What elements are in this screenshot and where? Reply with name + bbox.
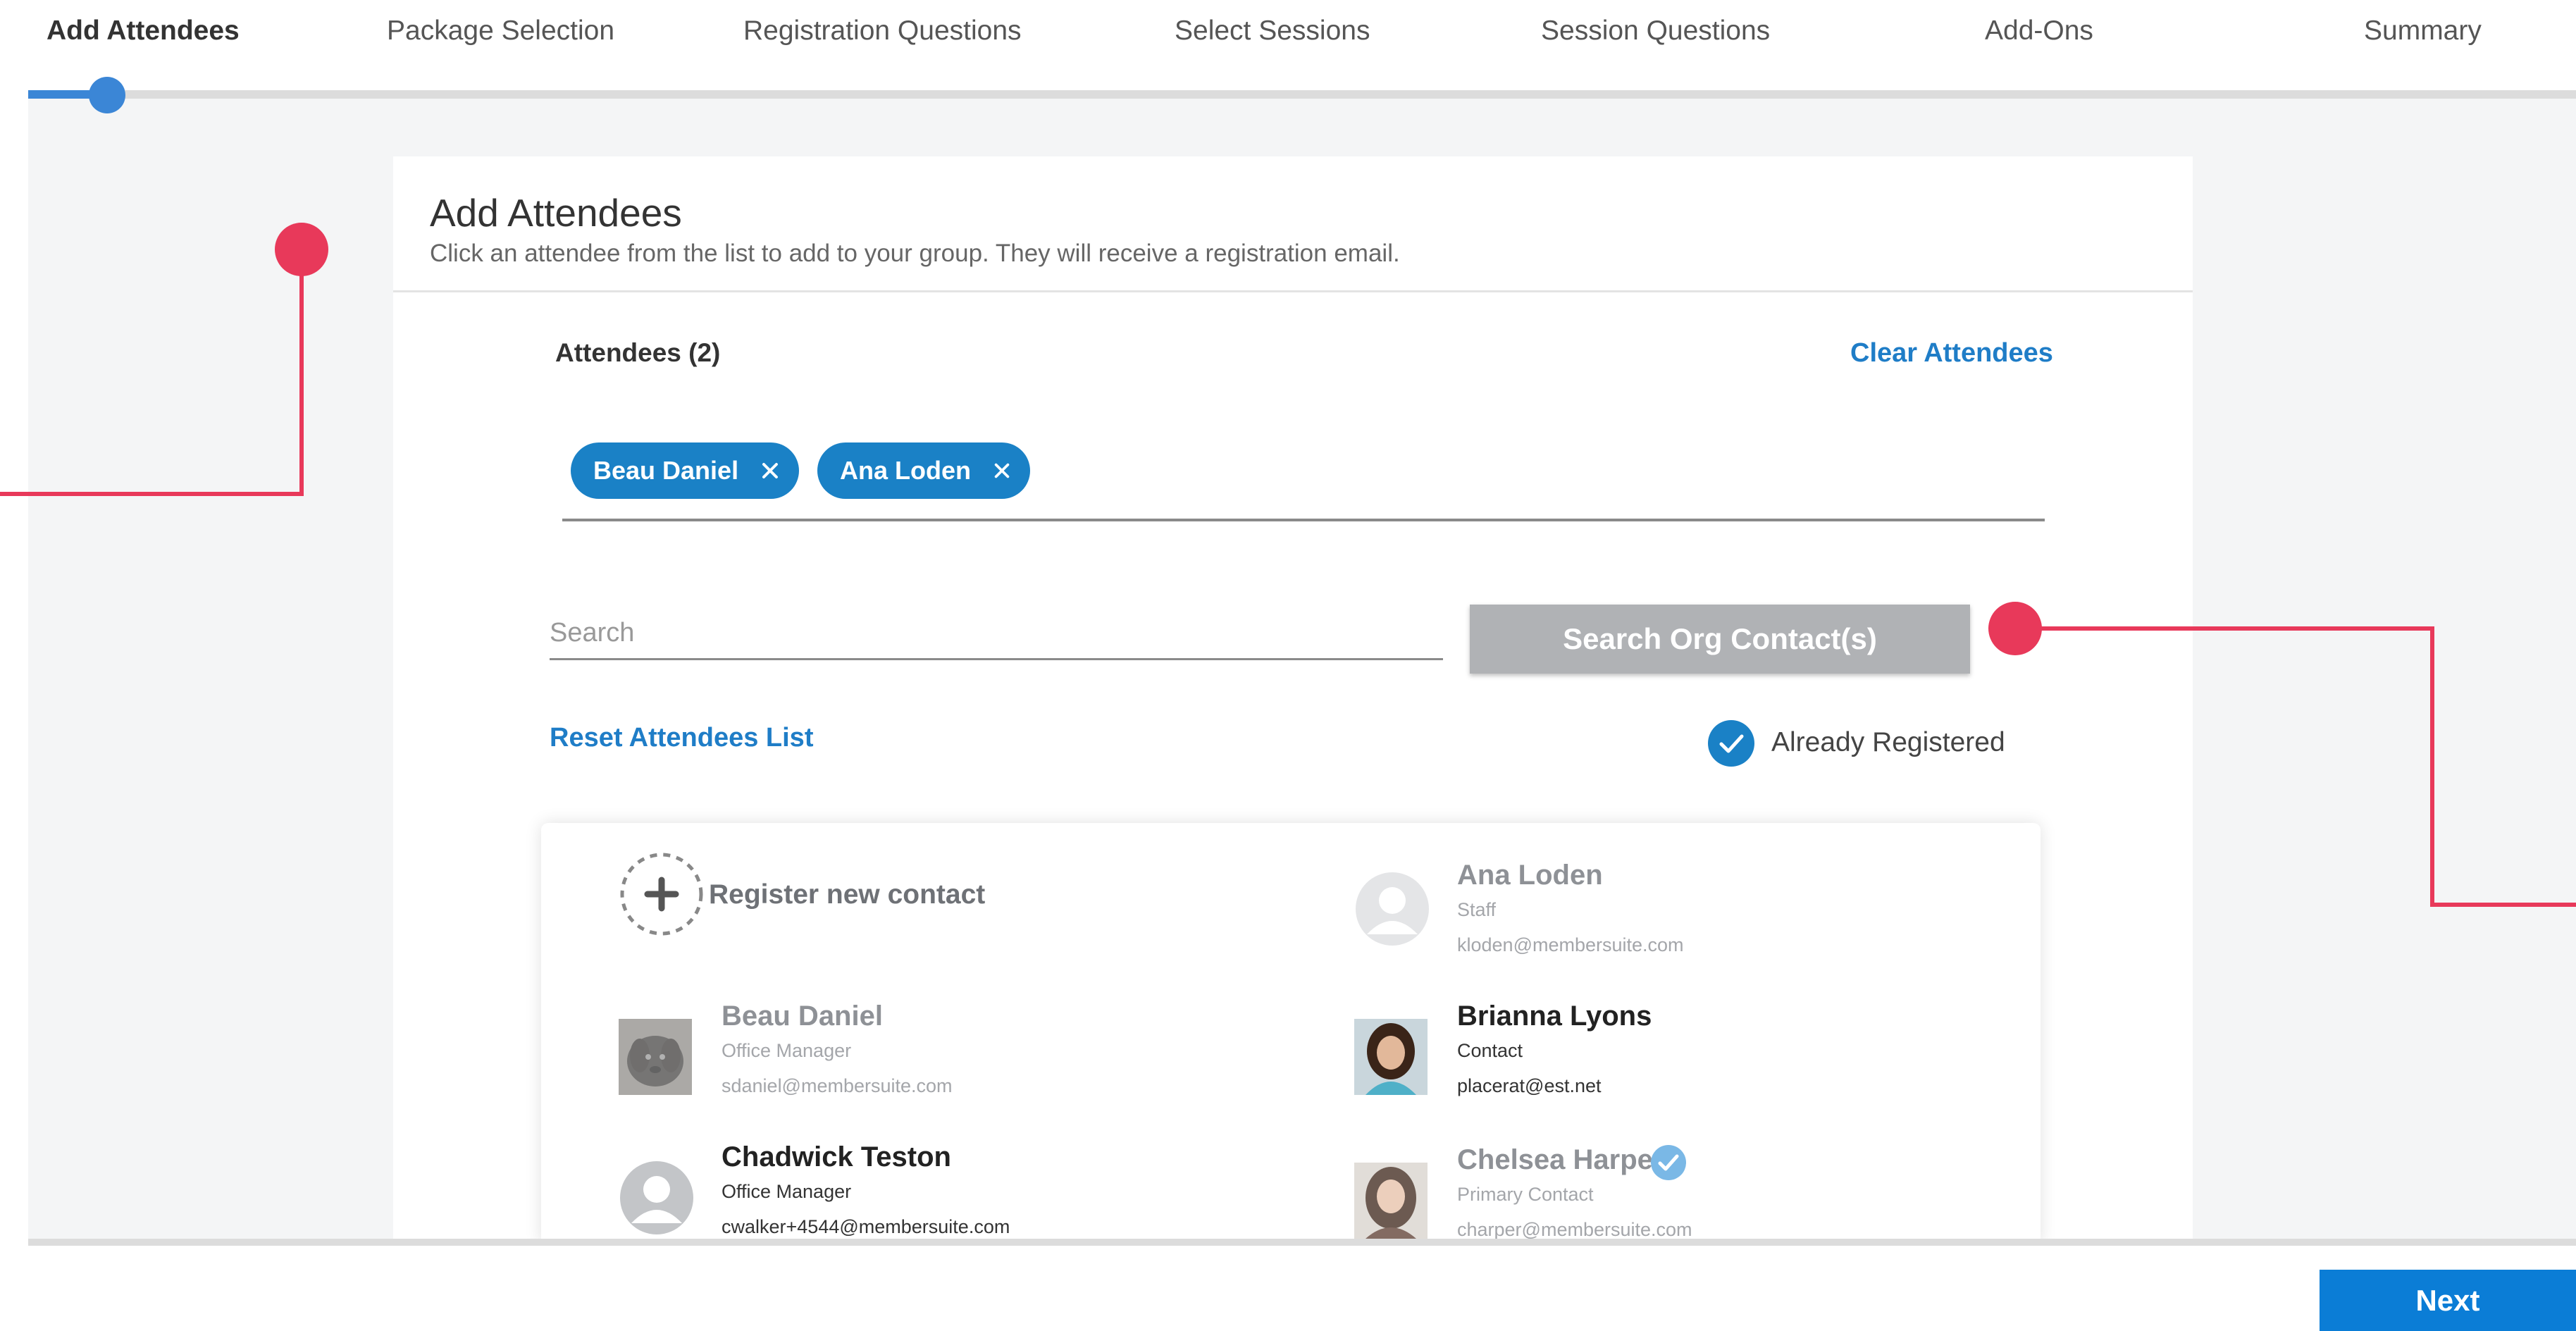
card-header: Add Attendees Click an attendee from the… xyxy=(393,156,2193,292)
step-add-attendees[interactable]: Add Attendees xyxy=(47,16,240,47)
progress-indicator xyxy=(89,77,125,113)
woman-photo xyxy=(1354,1019,1428,1095)
step-package-selection[interactable]: Package Selection xyxy=(387,16,614,47)
next-button[interactable]: Next xyxy=(2320,1270,2576,1331)
attendees-field-underline xyxy=(562,519,2045,521)
avatar-icon xyxy=(1356,872,1429,946)
dog-photo xyxy=(619,1019,692,1095)
woman-photo xyxy=(1354,1163,1428,1239)
clear-attendees-link[interactable]: Clear Attendees xyxy=(1850,338,2053,369)
page-title: Add Attendees xyxy=(430,191,682,235)
already-registered-label: Already Registered xyxy=(1771,727,2005,757)
contact-email: sdaniel@membersuite.com xyxy=(722,1075,953,1096)
chip-label: Ana Loden xyxy=(840,456,971,485)
step-select-sessions[interactable]: Select Sessions xyxy=(1175,16,1370,47)
contact-name: Beau Daniel xyxy=(722,1001,883,1032)
step-registration-questions[interactable]: Registration Questions xyxy=(743,16,1022,47)
contact-role: Staff xyxy=(1457,899,1497,920)
step-add-ons[interactable]: Add-Ons xyxy=(1985,16,2093,47)
footer-divider xyxy=(28,1239,2576,1246)
register-new-contact-label: Register new contact xyxy=(709,879,986,910)
attendees-count-label: Attendees (2) xyxy=(555,338,721,367)
add-attendees-card: Add Attendees Click an attendee from the… xyxy=(393,156,2193,1239)
close-icon[interactable] xyxy=(760,460,781,481)
step-session-questions[interactable]: Session Questions xyxy=(1541,16,1770,47)
attendee-chip[interactable]: Ana Loden xyxy=(817,442,1030,499)
contact-name: Chadwick Teston xyxy=(722,1141,951,1172)
contact-role: Office Manager xyxy=(722,1181,852,1202)
reset-attendees-list-link[interactable]: Reset Attendees List xyxy=(550,723,813,753)
contact-name: Chelsea Harper xyxy=(1457,1144,1664,1175)
contact-role: Primary Contact xyxy=(1457,1184,1594,1205)
contact-name: Ana Loden xyxy=(1457,860,1603,891)
contact-email: charper@membersuite.com xyxy=(1457,1219,1692,1239)
check-icon xyxy=(1719,734,1744,753)
step-summary[interactable]: Summary xyxy=(2364,16,2482,47)
contact-role: Contact xyxy=(1457,1040,1523,1061)
step-navigation: Add Attendees Package Selection Registra… xyxy=(0,0,2576,65)
search-input[interactable] xyxy=(550,607,1443,660)
avatar-icon xyxy=(620,1161,693,1234)
contact-email: cwalker+4544@membersuite.com xyxy=(722,1216,1010,1237)
already-registered-checkbox[interactable] xyxy=(1708,720,1754,767)
contact-role: Office Manager xyxy=(722,1040,852,1061)
contact-email: placerat@est.net xyxy=(1457,1075,1602,1096)
close-icon[interactable] xyxy=(992,460,1012,481)
contact-email: kloden@membersuite.com xyxy=(1457,934,1684,955)
chip-label: Beau Daniel xyxy=(593,456,739,485)
page-subtitle: Click an attendee from the list to add t… xyxy=(430,240,1400,267)
attendee-chip[interactable]: Beau Daniel xyxy=(571,442,799,499)
contact-name: Brianna Lyons xyxy=(1457,1001,1652,1032)
progress-track xyxy=(28,90,2576,99)
contact-list: Register new contact Ana Loden Staff klo… xyxy=(541,823,2041,1239)
search-org-contacts-button[interactable]: Search Org Contact(s) xyxy=(1470,605,1970,674)
plus-icon xyxy=(620,853,703,936)
verified-icon xyxy=(1651,1145,1686,1180)
